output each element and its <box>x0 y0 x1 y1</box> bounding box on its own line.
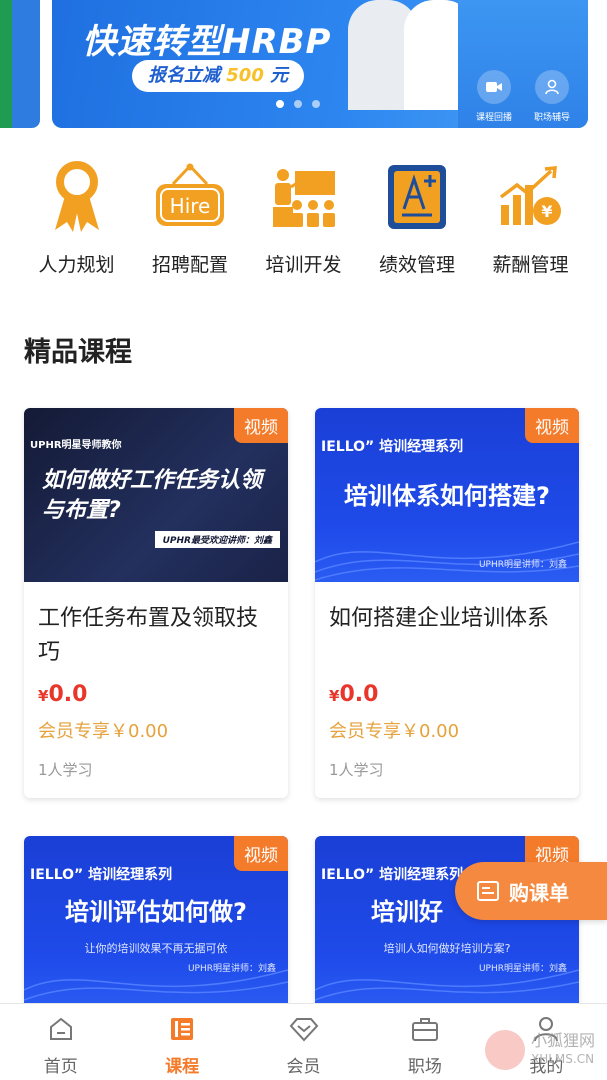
course-replay-button[interactable]: 课程回播 <box>466 70 522 123</box>
category-training[interactable]: 培训开发 <box>247 160 360 277</box>
tab-workplace[interactable]: 职场 <box>364 1004 485 1080</box>
performance-doc-icon <box>380 160 454 234</box>
learner-count: 1人学习 <box>329 761 384 779</box>
tab-courses[interactable]: 课程 <box>121 1004 242 1080</box>
course-card[interactable]: 视频 UPHR明星导师教你 如何做好工作任务认领与布置? UPHR最受欢迎讲师：… <box>24 408 288 798</box>
list-card-icon <box>477 881 499 901</box>
course-card[interactable]: 视频 IELLO” 培训经理系列 培训评估如何做? 让你的培训效果不再无据可依 … <box>24 836 288 1010</box>
wave-decoration <box>315 541 579 581</box>
course-price: ¥0.0 <box>38 682 88 707</box>
site-watermark: 小狐狸网 XHLMS.CN <box>484 1030 595 1070</box>
video-tag: 视频 <box>234 836 288 871</box>
tab-member[interactable]: 会员 <box>243 1004 364 1080</box>
thumbnail-kicker: IELLO” 培训经理系列 <box>321 867 464 883</box>
course-icon <box>167 1014 197 1044</box>
section-title-featured-courses: 精品课程 <box>24 337 132 368</box>
thumbnail-kicker: UPHR明星导师教你 <box>30 440 122 451</box>
career-coaching-button[interactable]: 职场辅导 <box>524 70 580 123</box>
training-icon <box>267 160 341 234</box>
svg-text:¥: ¥ <box>541 202 552 221</box>
home-icon <box>46 1014 76 1044</box>
banner-promo: 报名立减 500 元 <box>132 60 305 92</box>
thumbnail-lecturer: UPHR最受欢迎讲师：刘鑫 <box>154 531 280 548</box>
category-recruitment[interactable]: Hire 招聘配置 <box>134 160 247 277</box>
member-price: 会员专享￥0.00 <box>38 721 169 742</box>
course-card[interactable]: 视频 IELLO” 培训经理系列 培训体系如何搭建? UPHR明星讲师：刘鑫 如… <box>315 408 579 798</box>
tab-home[interactable]: 首页 <box>0 1004 121 1080</box>
banner-side-panel: 课程回播 职场辅导 <box>458 0 588 128</box>
hire-sign-icon: Hire <box>153 160 227 234</box>
thumbnail-headline: 培训评估如何做? <box>65 898 247 926</box>
svg-text:Hire: Hire <box>170 194 211 218</box>
thumbnail-lecturer: UPHR明星讲师：刘鑫 <box>478 560 567 570</box>
course-thumbnail: 视频 IELLO” 培训经理系列 培训体系如何搭建? UPHR明星讲师：刘鑫 <box>315 408 579 582</box>
workplace-icon <box>410 1014 440 1044</box>
course-thumbnail: 视频 IELLO” 培训经理系列 培训评估如何做? 让你的培训效果不再无据可依 … <box>24 836 288 1010</box>
carousel-dot <box>294 100 302 108</box>
wave-decoration <box>24 969 288 1001</box>
banner-prev-slide[interactable] <box>0 0 40 128</box>
course-thumbnail: 视频 UPHR明星导师教你 如何做好工作任务认领与布置? UPHR最受欢迎讲师：… <box>24 408 288 582</box>
thumbnail-subtitle: 培训人如何做好培训方案? <box>383 942 511 955</box>
fox-logo-icon <box>484 1030 525 1070</box>
thumbnail-headline: 如何做好工作任务认领与布置? <box>42 468 263 523</box>
course-title: 工作任务布置及领取技巧 <box>38 606 259 665</box>
carousel-dot <box>312 100 320 108</box>
thumbnail-headline: 培训体系如何搭建? <box>344 482 550 510</box>
course-title: 如何搭建企业培训体系 <box>329 606 550 631</box>
thumbnail-subtitle: 让你的培训效果不再无据可依 <box>84 942 228 955</box>
thumbnail-lecturer: UPHR明星讲师：刘鑫 <box>187 964 276 974</box>
video-tag: 视频 <box>525 408 579 443</box>
member-icon <box>289 1014 319 1044</box>
person-icon <box>535 70 569 104</box>
thumbnail-lecturer: UPHR明星讲师：刘鑫 <box>478 964 567 974</box>
salary-chart-icon: ¥ <box>494 160 568 234</box>
category-grid: 人力规划 Hire 招聘配置 培训开发 绩效管理 ¥ 薪酬管理 <box>20 160 587 277</box>
banner-title: 快速转型HRBP <box>82 22 332 62</box>
category-hr-planning[interactable]: 人力规划 <box>20 160 133 277</box>
learner-count: 1人学习 <box>38 761 93 779</box>
video-camera-icon <box>477 70 511 104</box>
banner-slide[interactable]: 快速转型HRBP 报名立减 500 元 课程回播 职场辅导 <box>52 0 588 128</box>
thumbnail-kicker: IELLO” 培训经理系列 <box>30 867 173 883</box>
ribbon-icon <box>40 160 114 234</box>
carousel-indicator <box>276 100 320 108</box>
wave-decoration <box>315 969 579 1001</box>
category-performance[interactable]: 绩效管理 <box>361 160 474 277</box>
carousel-dot <box>276 100 284 108</box>
banner-carousel[interactable]: 快速转型HRBP 报名立减 500 元 课程回播 职场辅导 <box>0 0 607 140</box>
thumbnail-kicker: IELLO” 培训经理系列 <box>321 439 464 455</box>
member-price: 会员专享￥0.00 <box>329 721 460 742</box>
purchase-list-button[interactable]: 购课单 <box>455 862 607 920</box>
video-tag: 视频 <box>234 408 288 443</box>
category-salary[interactable]: ¥ 薪酬管理 <box>474 160 587 277</box>
course-price: ¥0.0 <box>329 682 379 707</box>
